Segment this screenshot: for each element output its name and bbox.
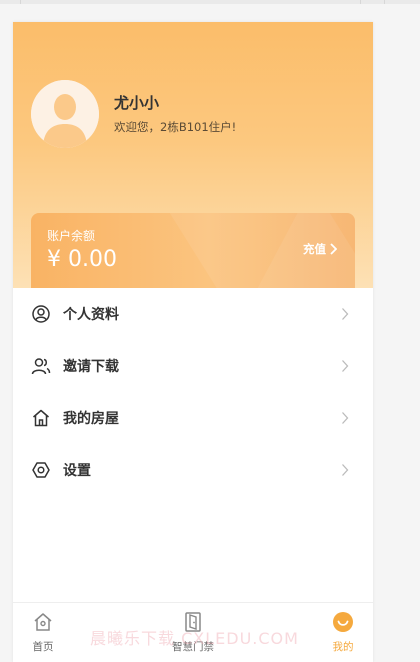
chevron-right-icon	[342, 360, 349, 372]
top-strip	[0, 0, 420, 4]
users-icon	[31, 356, 51, 376]
settings-icon	[31, 460, 51, 480]
user-silhouette-icon	[31, 80, 99, 148]
menu-item-my-house[interactable]: 我的房屋	[13, 392, 373, 444]
chevron-right-icon	[342, 464, 349, 476]
chevron-right-icon	[342, 308, 349, 320]
tab-mine[interactable]: 我的	[303, 611, 373, 654]
balance-card: 账户余额 ¥ 0.00 充值	[31, 213, 355, 288]
recharge-label: 充值	[303, 242, 326, 256]
tab-home[interactable]: 首页	[13, 611, 83, 654]
chevron-right-icon	[342, 412, 349, 424]
chevron-right-icon	[330, 243, 337, 255]
smile-icon	[332, 611, 354, 633]
menu-item-label: 设置	[63, 463, 91, 479]
watermark: 晨曦乐下载 CXLEDU.COM	[90, 629, 299, 648]
welcome-text: 欢迎您，2栋B101住户!	[114, 120, 237, 134]
profile-header: 尤小小 欢迎您，2栋B101住户! 账户余额 ¥ 0.00 充值	[13, 22, 373, 288]
tab-label: 我的	[332, 641, 354, 653]
phone-screen: 尤小小 欢迎您，2栋B101住户! 账户余额 ¥ 0.00 充值 个人资料 邀请…	[13, 22, 373, 662]
balance-amount: ¥ 0.00	[47, 247, 117, 272]
user-circle-icon	[31, 304, 51, 324]
menu-item-label: 个人资料	[63, 307, 119, 323]
house-icon	[31, 408, 51, 428]
menu-list: 个人资料 邀请下载 我的房屋 设置	[13, 288, 373, 496]
menu-item-profile[interactable]: 个人资料	[13, 288, 373, 340]
username: 尤小小	[114, 94, 160, 112]
balance-label: 账户余额	[47, 229, 96, 243]
tab-label: 首页	[32, 641, 54, 653]
menu-item-label: 邀请下载	[63, 359, 119, 375]
home-icon	[32, 611, 54, 633]
recharge-button[interactable]: 充值	[303, 241, 337, 257]
menu-item-invite[interactable]: 邀请下载	[13, 340, 373, 392]
menu-item-label: 我的房屋	[63, 411, 119, 427]
menu-item-settings[interactable]: 设置	[13, 444, 373, 496]
avatar[interactable]	[31, 80, 99, 148]
